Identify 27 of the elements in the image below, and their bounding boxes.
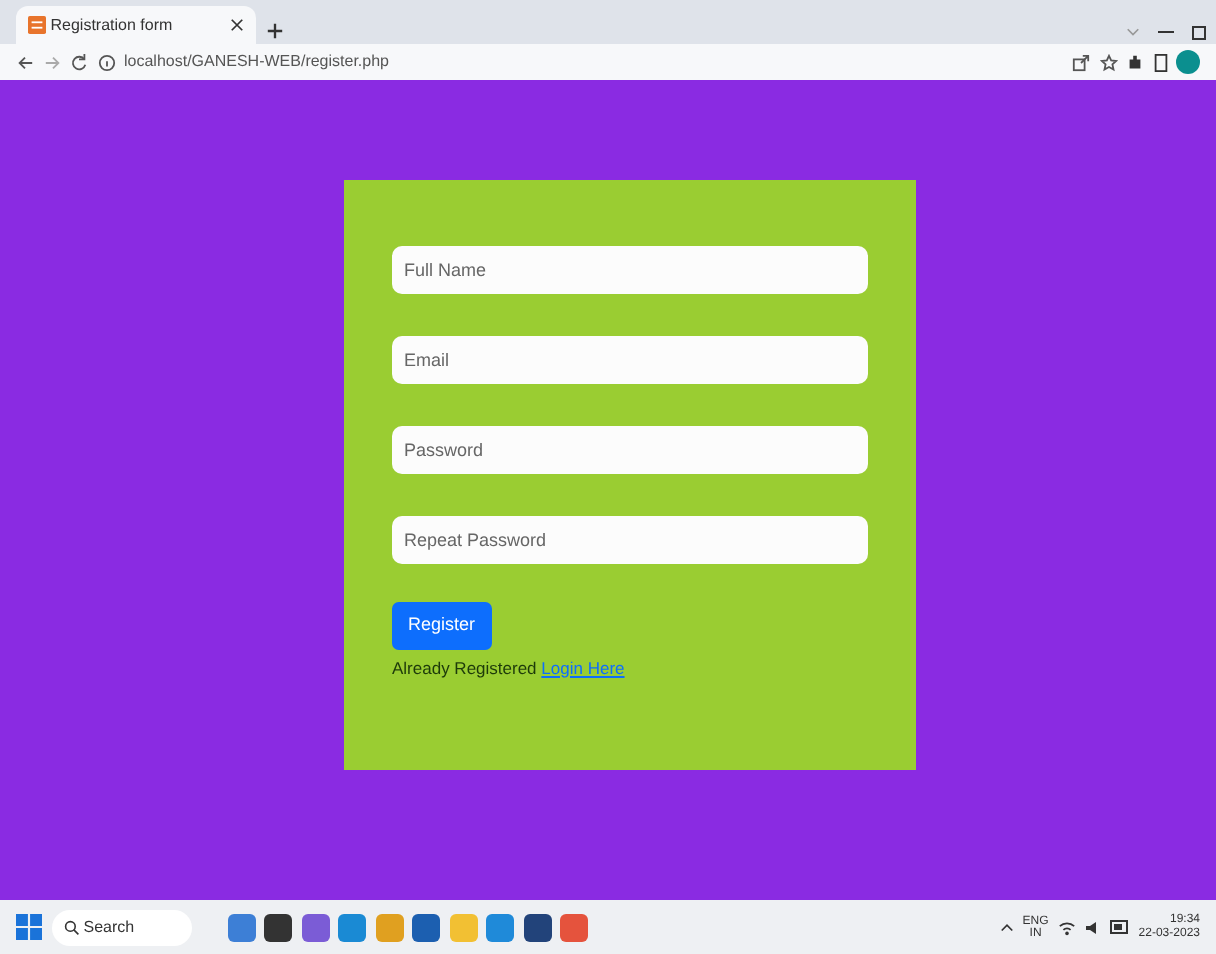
- page-icon: [28, 16, 46, 34]
- footer-text: Already Registered: [392, 657, 537, 677]
- close-icon[interactable]: [230, 17, 244, 32]
- wifi-icon[interactable]: [1057, 919, 1076, 935]
- search-icon: [63, 919, 79, 935]
- star-icon[interactable]: [1099, 53, 1117, 71]
- register-button[interactable]: Register: [392, 602, 492, 649]
- speaker-icon[interactable]: [1084, 919, 1101, 935]
- chevron-icon[interactable]: [999, 920, 1014, 934]
- profile-icon[interactable]: [1176, 50, 1200, 74]
- battery-icon[interactable]: [1109, 920, 1130, 934]
- sidebar-icon[interactable]: [1153, 53, 1167, 71]
- taskbar-search[interactable]: Search: [51, 909, 191, 945]
- windows-icon[interactable]: [16, 914, 42, 940]
- address-bar[interactable]: localhost/GANESH-WEB/register.php: [124, 50, 389, 74]
- back-icon[interactable]: [16, 53, 34, 71]
- input-field[interactable]: Repeat Password: [392, 516, 868, 564]
- reload-icon[interactable]: [70, 53, 88, 71]
- browser-tab[interactable]: Registration form: [16, 6, 256, 44]
- app-icon[interactable]: [560, 913, 588, 941]
- input-field[interactable]: Email: [392, 336, 868, 384]
- input-field[interactable]: Password: [392, 426, 868, 474]
- new-tab-icon[interactable]: [265, 21, 283, 40]
- restore-icon[interactable]: [1191, 23, 1207, 40]
- info-icon[interactable]: [97, 53, 115, 71]
- input-field[interactable]: Full Name: [392, 246, 868, 294]
- share-icon[interactable]: [1072, 53, 1090, 71]
